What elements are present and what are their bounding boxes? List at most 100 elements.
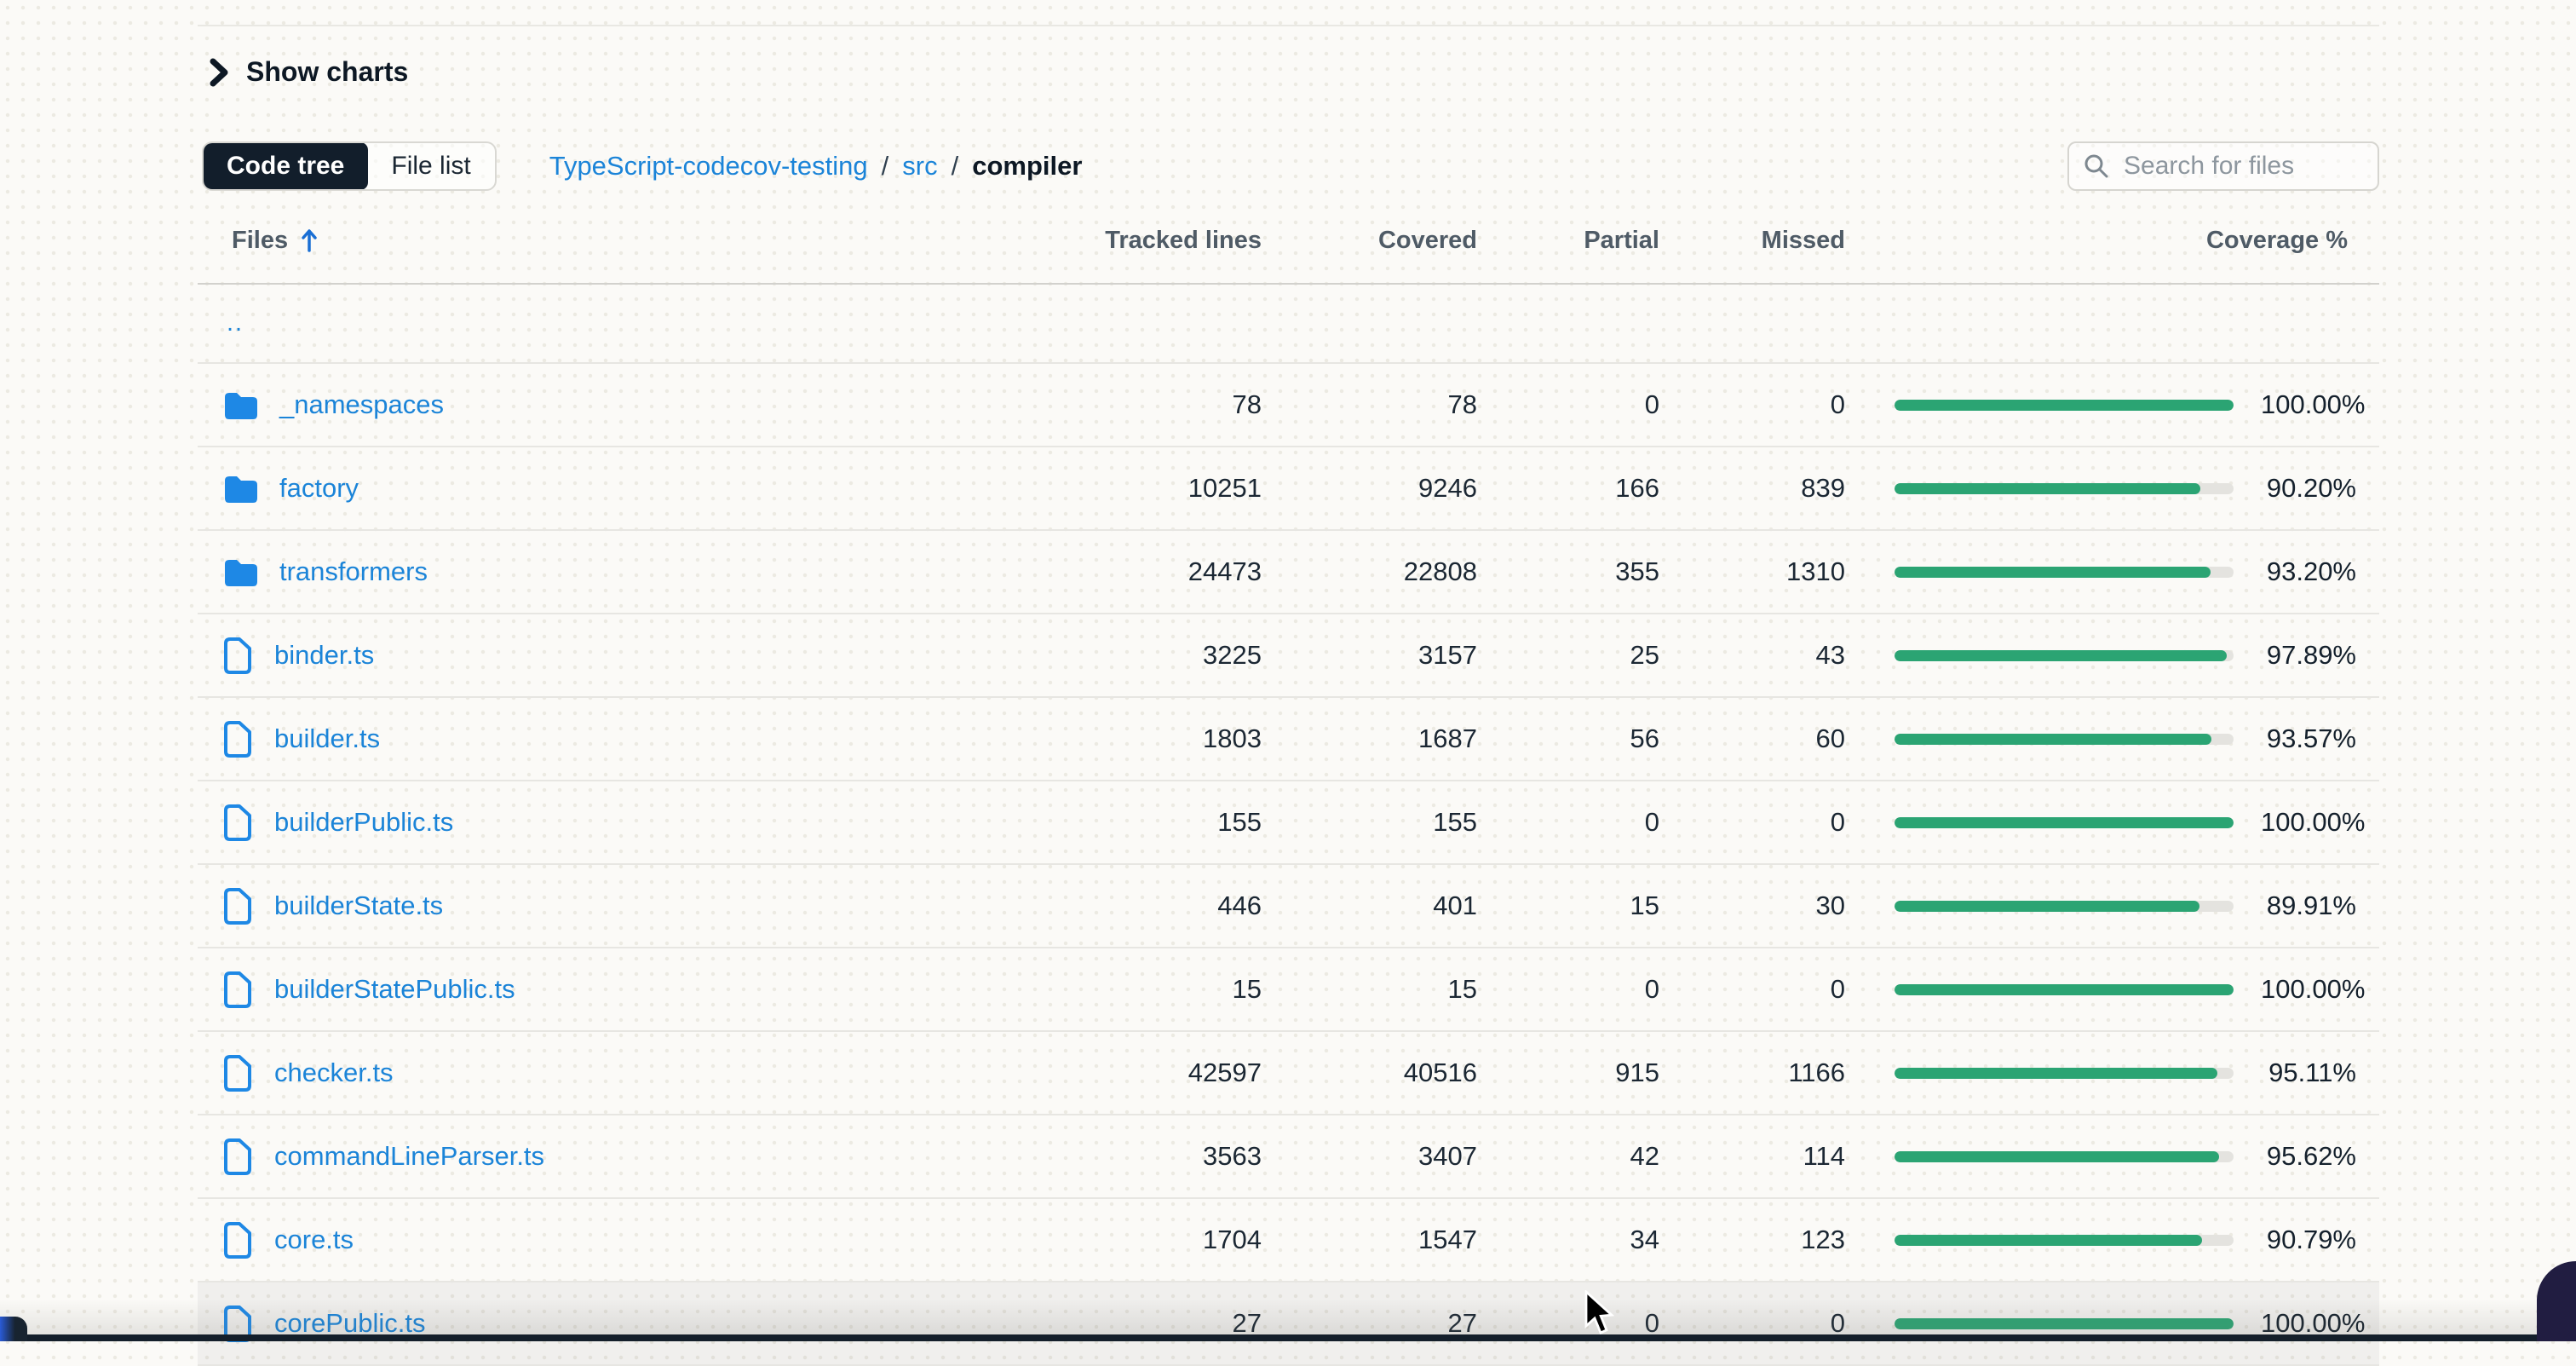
file-link[interactable]: commandLineParser.ts: [274, 1141, 544, 1172]
tab-code-tree[interactable]: Code tree: [203, 142, 368, 190]
coverage-bar-fill: [1895, 1235, 2202, 1246]
tracked-lines-value: 78: [1067, 389, 1262, 420]
file-link[interactable]: checker.ts: [274, 1058, 394, 1088]
coverage-percent: 93.20%: [2261, 556, 2379, 587]
tracked-lines-value: 1803: [1067, 723, 1262, 754]
bottom-shadow: [0, 1299, 2576, 1334]
missed-value: 123: [1659, 1225, 1845, 1255]
search-icon: [2083, 153, 2110, 180]
coverage-bar-cell: [1845, 984, 2261, 995]
column-header-files[interactable]: Files: [198, 227, 1067, 255]
covered-value: 3407: [1262, 1141, 1477, 1172]
file-link[interactable]: core.ts: [274, 1225, 354, 1255]
file-name-cell: builderPublic.ts: [198, 804, 1067, 842]
file-link[interactable]: builder.ts: [274, 723, 380, 754]
partial-value: 0: [1477, 389, 1659, 420]
coverage-bar-fill: [1895, 734, 2211, 745]
coverage-percent: 100.00%: [2261, 974, 2379, 1005]
coverage-bar-cell: [1845, 1235, 2261, 1246]
file-search-box[interactable]: [2067, 141, 2379, 191]
bottom-section-edge: [0, 1334, 2576, 1341]
partial-value: 15: [1477, 890, 1659, 921]
file-icon: [223, 887, 252, 925]
file-icon: [223, 637, 252, 675]
column-header-tracked-lines[interactable]: Tracked lines: [1067, 227, 1262, 255]
folder-link[interactable]: _namespaces: [279, 389, 444, 420]
column-header-missed[interactable]: Missed: [1659, 227, 1845, 255]
parent-directory-link[interactable]: ..: [227, 309, 244, 337]
coverage-bar-track: [1895, 984, 2234, 995]
tracked-lines-value: 42597: [1067, 1058, 1262, 1088]
tracked-lines-value: 15: [1067, 974, 1262, 1005]
file-name-cell: builder.ts: [198, 720, 1067, 758]
file-link[interactable]: builderPublic.ts: [274, 807, 453, 838]
table-row[interactable]: builder.ts18031687566093.57%: [198, 698, 2379, 781]
file-name-cell: core.ts: [198, 1221, 1067, 1259]
partial-value: 0: [1477, 807, 1659, 838]
file-icon: [223, 971, 252, 1009]
bottom-right-widget[interactable]: [2537, 1261, 2576, 1341]
file-link[interactable]: builderState.ts: [274, 890, 443, 921]
missed-value: 114: [1659, 1141, 1845, 1172]
folder-link[interactable]: transformers: [279, 556, 428, 587]
file-icon: [223, 1138, 252, 1176]
tracked-lines-value: 155: [1067, 807, 1262, 838]
column-header-coverage[interactable]: Coverage %: [1845, 227, 2379, 255]
coverage-bar-fill: [1895, 650, 2227, 661]
missed-value: 839: [1659, 473, 1845, 504]
missed-value: 43: [1659, 640, 1845, 671]
missed-value: 30: [1659, 890, 1845, 921]
coverage-bar-cell: [1845, 650, 2261, 661]
table-row[interactable]: commandLineParser.ts356334074211495.62%: [198, 1115, 2379, 1199]
bottom-left-widget[interactable]: [0, 1317, 27, 1341]
section-divider: [198, 25, 2379, 26]
table-row[interactable]: transformers2447322808355131093.20%: [198, 531, 2379, 614]
table-row[interactable]: builderPublic.ts15515500100.00%: [198, 781, 2379, 865]
coverage-bar-cell: [1845, 483, 2261, 494]
table-body: _namespaces787800100.00%factory102519246…: [198, 364, 2379, 1366]
partial-value: 34: [1477, 1225, 1659, 1255]
tracked-lines-value: 446: [1067, 890, 1262, 921]
coverage-bar-track: [1895, 1235, 2234, 1246]
tab-file-list[interactable]: File list: [367, 143, 494, 189]
file-link[interactable]: builderStatePublic.ts: [274, 974, 515, 1005]
coverage-page: { "page": { "background": "#fbfaf7", "li…: [0, 0, 2576, 1341]
mouse-cursor: [1583, 1290, 1617, 1342]
coverage-percent: 95.62%: [2261, 1141, 2379, 1172]
covered-value: 22808: [1262, 556, 1477, 587]
show-charts-toggle[interactable]: Show charts: [209, 56, 408, 88]
table-row[interactable]: builderState.ts446401153089.91%: [198, 865, 2379, 948]
column-header-covered[interactable]: Covered: [1262, 227, 1477, 255]
breadcrumb: TypeScript-codecov-testing / src / compi…: [549, 151, 1083, 182]
covered-value: 1547: [1262, 1225, 1477, 1255]
parent-directory-row[interactable]: ..: [198, 285, 2379, 364]
table-row[interactable]: binder.ts32253157254397.89%: [198, 614, 2379, 698]
file-name-cell: _namespaces: [198, 389, 1067, 420]
breadcrumb-src-link[interactable]: src: [902, 151, 937, 182]
table-row[interactable]: factory10251924616683990.20%: [198, 447, 2379, 531]
coverage-percent: 90.79%: [2261, 1225, 2379, 1255]
covered-value: 78: [1262, 389, 1477, 420]
coverage-bar-fill: [1895, 567, 2211, 578]
folder-link[interactable]: factory: [279, 473, 359, 504]
table-row[interactable]: core.ts170415473412390.79%: [198, 1199, 2379, 1282]
missed-value: 0: [1659, 389, 1845, 420]
table-row[interactable]: builderStatePublic.ts151500100.00%: [198, 948, 2379, 1032]
tracked-lines-value: 3225: [1067, 640, 1262, 671]
search-input[interactable]: [2122, 151, 2364, 182]
column-header-partial[interactable]: Partial: [1477, 227, 1659, 255]
file-name-cell: checker.ts: [198, 1054, 1067, 1092]
coverage-percent: 97.89%: [2261, 640, 2379, 671]
coverage-percent: 89.91%: [2261, 890, 2379, 921]
coverage-bar-fill: [1895, 483, 2200, 494]
coverage-bar-cell: [1845, 817, 2261, 828]
table-row[interactable]: _namespaces787800100.00%: [198, 364, 2379, 447]
file-link[interactable]: binder.ts: [274, 640, 374, 671]
breadcrumb-repo-link[interactable]: TypeScript-codecov-testing: [549, 151, 868, 182]
table-row[interactable]: checker.ts4259740516915116695.11%: [198, 1032, 2379, 1115]
partial-value: 25: [1477, 640, 1659, 671]
coverage-bar-track: [1895, 567, 2234, 578]
coverage-bar-fill: [1895, 817, 2234, 828]
covered-value: 15: [1262, 974, 1477, 1005]
controls-row: Code tree File list TypeScript-codecov-t…: [202, 141, 2379, 191]
